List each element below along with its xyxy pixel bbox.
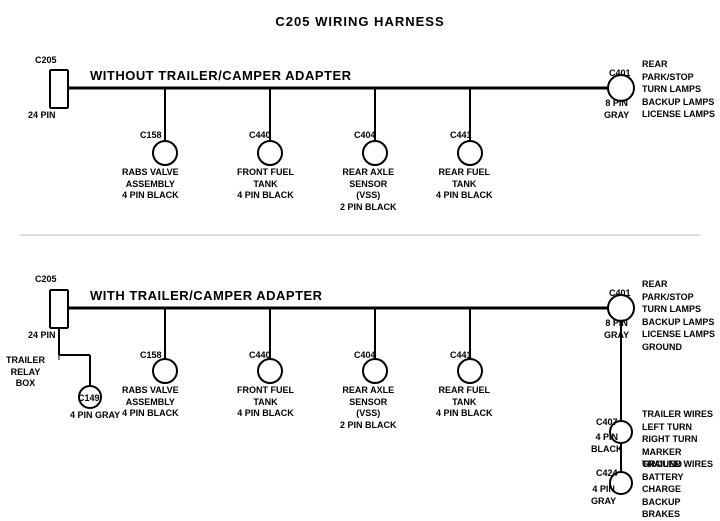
c440-2-label: C440	[249, 350, 271, 362]
c441-1-label: C441	[450, 130, 472, 142]
c441-1-sublabel: REAR FUELTANK4 PIN BLACK	[436, 167, 493, 202]
c401-1-label: C401	[609, 68, 631, 80]
right-label-2a: REAR PARK/STOPTURN LAMPSBACKUP LAMPSLICE…	[642, 278, 720, 354]
trailer-relay-label: TRAILERRELAYBOX	[6, 355, 45, 390]
c401-2-label: C401	[609, 288, 631, 300]
c205-1-sublabel: 24 PIN	[28, 110, 56, 122]
c440-2-sublabel: FRONT FUELTANK4 PIN BLACK	[237, 385, 294, 420]
section1-label: WITHOUT TRAILER/CAMPER ADAPTER	[90, 68, 352, 85]
c441-2-sublabel: REAR FUELTANK4 PIN BLACK	[436, 385, 493, 420]
c158-2-sublabel: RABS VALVEASSEMBLY4 PIN BLACK	[122, 385, 179, 420]
c441-2-label: C441	[450, 350, 472, 362]
c404-2-sublabel: REAR AXLESENSOR(VSS)2 PIN BLACK	[340, 385, 397, 432]
c424-label: C424	[596, 468, 618, 480]
c401-1-sublabel: 8 PINGRAY	[604, 98, 629, 121]
c158-1-sublabel: RABS VALVEASSEMBLY4 PIN BLACK	[122, 167, 179, 202]
section2-label: WITH TRAILER/CAMPER ADAPTER	[90, 288, 323, 305]
c205-2-sublabel: 24 PIN	[28, 330, 56, 342]
c407-label: C407	[596, 417, 618, 429]
c205-2-label: C205	[35, 274, 57, 286]
diagram: C205 WIRING HARNESS	[0, 0, 720, 517]
c158-1-label: C158	[140, 130, 162, 142]
c440-1-sublabel: FRONT FUELTANK4 PIN BLACK	[237, 167, 294, 202]
right-label-1: REAR PARK/STOPTURN LAMPSBACKUP LAMPSLICE…	[642, 58, 720, 121]
c149-sublabel: 4 PIN GRAY	[70, 410, 120, 422]
c404-1-sublabel: REAR AXLESENSOR(VSS)2 PIN BLACK	[340, 167, 397, 214]
c404-2-label: C404	[354, 350, 376, 362]
c401-2-sublabel: 8 PINGRAY	[604, 318, 629, 341]
c158-2-label: C158	[140, 350, 162, 362]
c407-sublabel: 4 PINBLACK	[591, 432, 623, 455]
c440-1-label: C440	[249, 130, 271, 142]
c424-sublabel: 4 PINGRAY	[591, 484, 616, 507]
c404-1-label: C404	[354, 130, 376, 142]
page-title: C205 WIRING HARNESS	[0, 6, 720, 29]
right-label-2c: TRAILER WIRESBATTERY CHARGEBACKUPBRAKES	[642, 458, 720, 521]
c149-label: C149	[78, 393, 100, 405]
c205-1-label: C205	[35, 55, 57, 67]
